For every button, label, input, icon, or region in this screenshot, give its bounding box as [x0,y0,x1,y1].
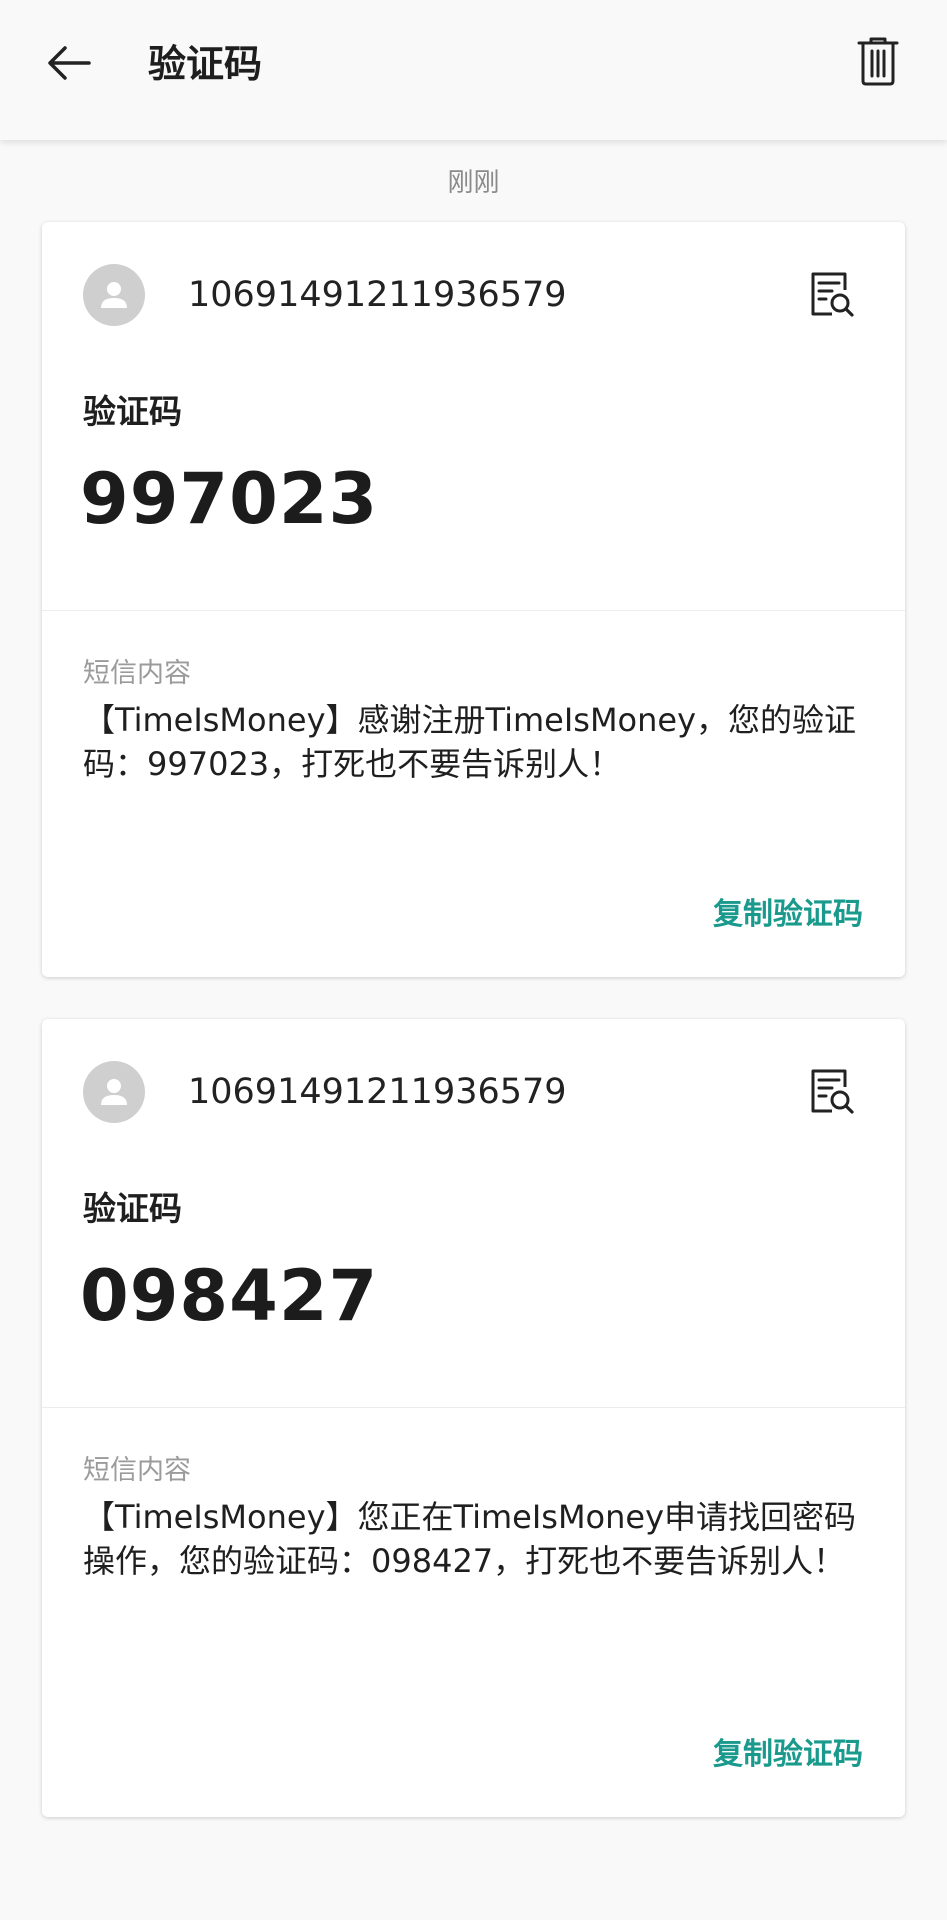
person-icon [101,282,127,308]
code-label: 验证码 [83,1189,182,1228]
message-content: 【TimeIsMoney】感谢注册TimeIsMoney，您的验证码：99702… [83,701,857,783]
avatar [83,1061,145,1123]
copy-code-button[interactable]: 复制验证码 [713,893,863,937]
divider [42,610,905,611]
sender-number: 10691491211936579 [188,1072,567,1112]
document-search-icon [811,272,854,317]
sender-number: 10691491211936579 [188,275,567,315]
timestamp-label: 刚刚 [447,168,500,198]
app-bar: 验证码 [0,0,947,140]
trash-icon [857,37,899,86]
sms-card: 10691491211936579 验证码 997023 短信内容 【TimeI… [42,222,905,977]
arrow-left-icon [48,46,91,80]
page-title: 验证码 [148,42,263,86]
sms-card: 10691491211936579 验证码 098427 短信内容 【TimeI… [42,1019,905,1817]
divider [42,1407,905,1408]
document-search-icon [811,1069,854,1114]
copy-code-button[interactable]: 复制验证码 [713,1733,863,1777]
back-button[interactable] [36,30,102,96]
message-content: 【TimeIsMoney】您正在TimeIsMoney申请找回密码操作，您的验证… [83,1498,857,1580]
person-icon [101,1079,127,1105]
delete-button[interactable] [845,28,911,94]
verification-code: 098427 [80,1255,379,1337]
code-label: 验证码 [83,392,182,431]
view-message-button[interactable] [801,264,863,326]
avatar [83,264,145,326]
view-message-button[interactable] [801,1061,863,1123]
verification-code: 997023 [80,458,379,540]
content-label: 短信内容 [83,658,191,689]
content-label: 短信内容 [83,1455,191,1486]
